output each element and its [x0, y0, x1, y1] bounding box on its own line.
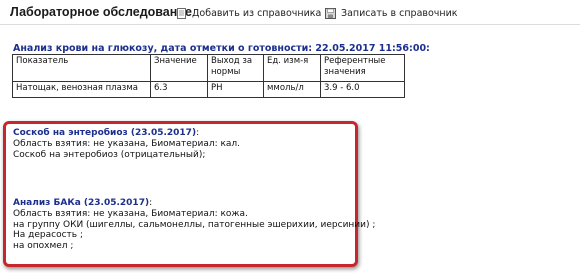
glucose-results-table: Показатель Значение Выход за нормы Ед. и… — [12, 54, 405, 98]
page-title: Лабораторное обследование — [10, 5, 192, 19]
bak-sample-info: Область взятия: не указана, Биоматериал:… — [13, 208, 248, 219]
bak-title-line: Анализ БАКа (23.05.2017): — [13, 198, 375, 209]
enterobiasis-title: Соскоб на энтеробиоз (23.05.2017) — [13, 128, 197, 138]
table-row: Натощак, венозная плазма 6.3 РН ммоль/л … — [12, 81, 405, 98]
bak-result-line: На дерасость ; — [13, 230, 83, 241]
enterobiasis-title-line: Соскоб на энтеробиоз (23.05.2017): — [13, 128, 240, 139]
table-cell: РН — [207, 81, 264, 98]
table-cell: ммоль/л — [263, 81, 321, 98]
save-icon — [325, 7, 336, 19]
column-header: Выход за нормы — [207, 54, 264, 82]
enterobiasis-result-block: Соскоб на энтеробиоз (23.05.2017): Облас… — [13, 128, 240, 160]
glucose-analysis-title: Анализ крови на глюкозу, дата отметки о … — [13, 43, 430, 54]
column-header: Значение — [150, 54, 208, 82]
title-colon: : — [149, 198, 153, 208]
add-from-reference-label: Добавить из справочника — [192, 7, 322, 19]
column-header: Референтные значения — [320, 54, 405, 82]
table-header-row: Показатель Значение Выход за нормы Ед. и… — [12, 54, 405, 82]
column-header: Ед. изм-я — [263, 54, 321, 82]
table-cell: 3.9 - 6.0 — [320, 81, 405, 98]
bak-result-oki: на группу ОКИ (шигеллы, сальмонеллы, пат… — [13, 219, 376, 230]
header-bar: Лабораторное обследование Добавить из сп… — [0, 0, 580, 25]
title-colon: : — [196, 128, 200, 138]
save-to-reference-button[interactable]: Записать в справочник — [325, 5, 458, 21]
enterobiasis-sample-info: Область взятия: не указана, Биоматериал:… — [13, 138, 241, 149]
add-from-reference-button[interactable]: Добавить из справочника — [176, 5, 321, 21]
table-cell: Натощак, венозная плазма — [12, 81, 151, 98]
column-header: Показатель — [12, 54, 151, 82]
bak-result-line: на опохмел ; — [13, 241, 74, 252]
document-icon — [177, 7, 186, 19]
table-cell: 6.3 — [150, 81, 208, 98]
enterobiasis-result: Соскоб на энтеробиоз (отрицательный); — [13, 149, 206, 160]
bak-result-block: Анализ БАКа (23.05.2017): Область взятия… — [13, 198, 375, 252]
bak-title: Анализ БАКа (23.05.2017) — [13, 198, 150, 208]
save-to-reference-label: Записать в справочник — [341, 7, 458, 19]
